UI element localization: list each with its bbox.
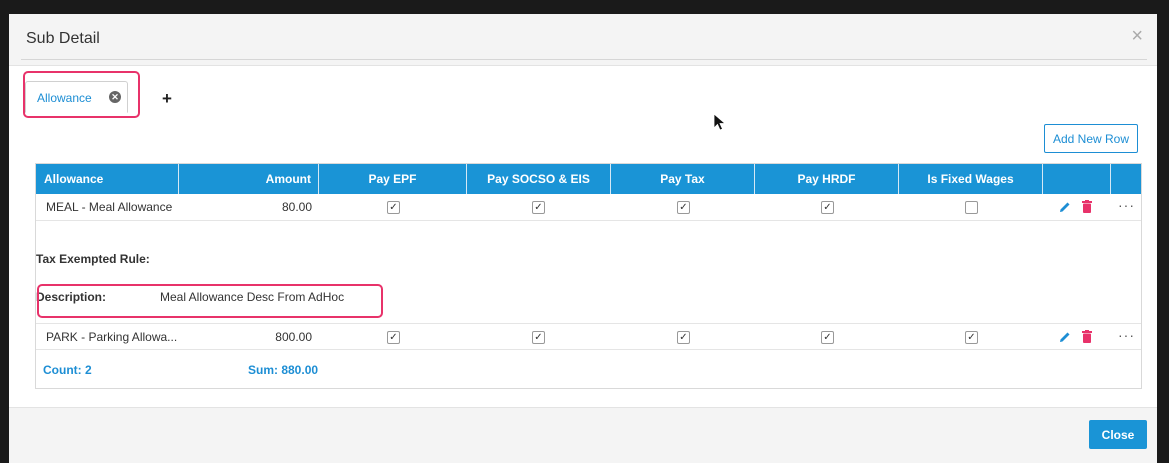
amount-cell: 80.00 bbox=[281, 200, 312, 214]
column-header-pay-epf[interactable]: Pay EPF bbox=[319, 164, 467, 194]
fixed-wages-checkbox[interactable] bbox=[965, 201, 978, 214]
sub-detail-modal: Sub Detail × Allowance ✕ + Add New Row A… bbox=[9, 14, 1157, 463]
column-header-actions bbox=[1043, 164, 1111, 194]
tax-exempted-rule-label: Tax Exempted Rule: bbox=[36, 252, 150, 266]
column-header-more bbox=[1111, 164, 1142, 194]
modal-footer: Close bbox=[9, 407, 1157, 463]
amount-sum: Sum: 880.00 bbox=[248, 363, 319, 377]
allowance-cell: MEAL - Meal Allowance bbox=[46, 200, 173, 214]
allowance-grid: Allowance Amount Pay EPF Pay SOCSO & EIS… bbox=[35, 163, 1142, 389]
delete-trash-icon[interactable] bbox=[1082, 200, 1092, 213]
pay-socso-checkbox[interactable]: ✓ bbox=[532, 201, 545, 214]
table-row[interactable]: MEAL - Meal Allowance 80.00 ✓ ✓ ✓ ✓ ··· bbox=[36, 194, 1141, 221]
column-header-pay-socso[interactable]: Pay SOCSO & EIS bbox=[467, 164, 611, 194]
mouse-cursor-icon bbox=[713, 113, 727, 131]
grid-header: Allowance Amount Pay EPF Pay SOCSO & EIS… bbox=[36, 164, 1141, 194]
more-options-icon[interactable]: ··· bbox=[1118, 194, 1135, 217]
column-header-amount[interactable]: Amount bbox=[179, 164, 319, 194]
edit-pencil-icon[interactable] bbox=[1059, 201, 1071, 213]
tabs-divider bbox=[21, 59, 1147, 60]
close-button[interactable]: Close bbox=[1089, 420, 1147, 449]
column-header-fixed-wages[interactable]: Is Fixed Wages bbox=[899, 164, 1043, 194]
add-new-row-button[interactable]: Add New Row bbox=[1044, 124, 1138, 153]
tab-highlight-box bbox=[23, 71, 140, 118]
description-highlight-box bbox=[37, 284, 383, 318]
pay-tax-checkbox[interactable]: ✓ bbox=[677, 331, 690, 344]
row-count: Count: 2 bbox=[43, 363, 92, 377]
pay-epf-checkbox[interactable]: ✓ bbox=[387, 331, 400, 344]
pay-epf-checkbox[interactable]: ✓ bbox=[387, 201, 400, 214]
pay-hrdf-checkbox[interactable]: ✓ bbox=[821, 201, 834, 214]
add-tab-icon[interactable]: + bbox=[162, 89, 172, 109]
more-options-icon[interactable]: ··· bbox=[1118, 324, 1135, 347]
allowance-cell: PARK - Parking Allowa... bbox=[46, 330, 178, 344]
amount-cell: 800.00 bbox=[275, 330, 312, 344]
pay-tax-checkbox[interactable]: ✓ bbox=[677, 201, 690, 214]
fixed-wages-checkbox[interactable]: ✓ bbox=[965, 331, 978, 344]
table-row[interactable]: PARK - Parking Allowa... 800.00 ✓ ✓ ✓ ✓ … bbox=[36, 323, 1141, 350]
column-header-allowance[interactable]: Allowance bbox=[36, 164, 179, 194]
column-header-pay-hrdf[interactable]: Pay HRDF bbox=[755, 164, 899, 194]
column-header-pay-tax[interactable]: Pay Tax bbox=[611, 164, 755, 194]
edit-pencil-icon[interactable] bbox=[1059, 331, 1071, 343]
close-icon[interactable]: × bbox=[1131, 26, 1143, 46]
pay-socso-checkbox[interactable]: ✓ bbox=[532, 331, 545, 344]
pay-hrdf-checkbox[interactable]: ✓ bbox=[821, 331, 834, 344]
delete-trash-icon[interactable] bbox=[1082, 330, 1092, 343]
modal-title: Sub Detail bbox=[26, 30, 100, 47]
